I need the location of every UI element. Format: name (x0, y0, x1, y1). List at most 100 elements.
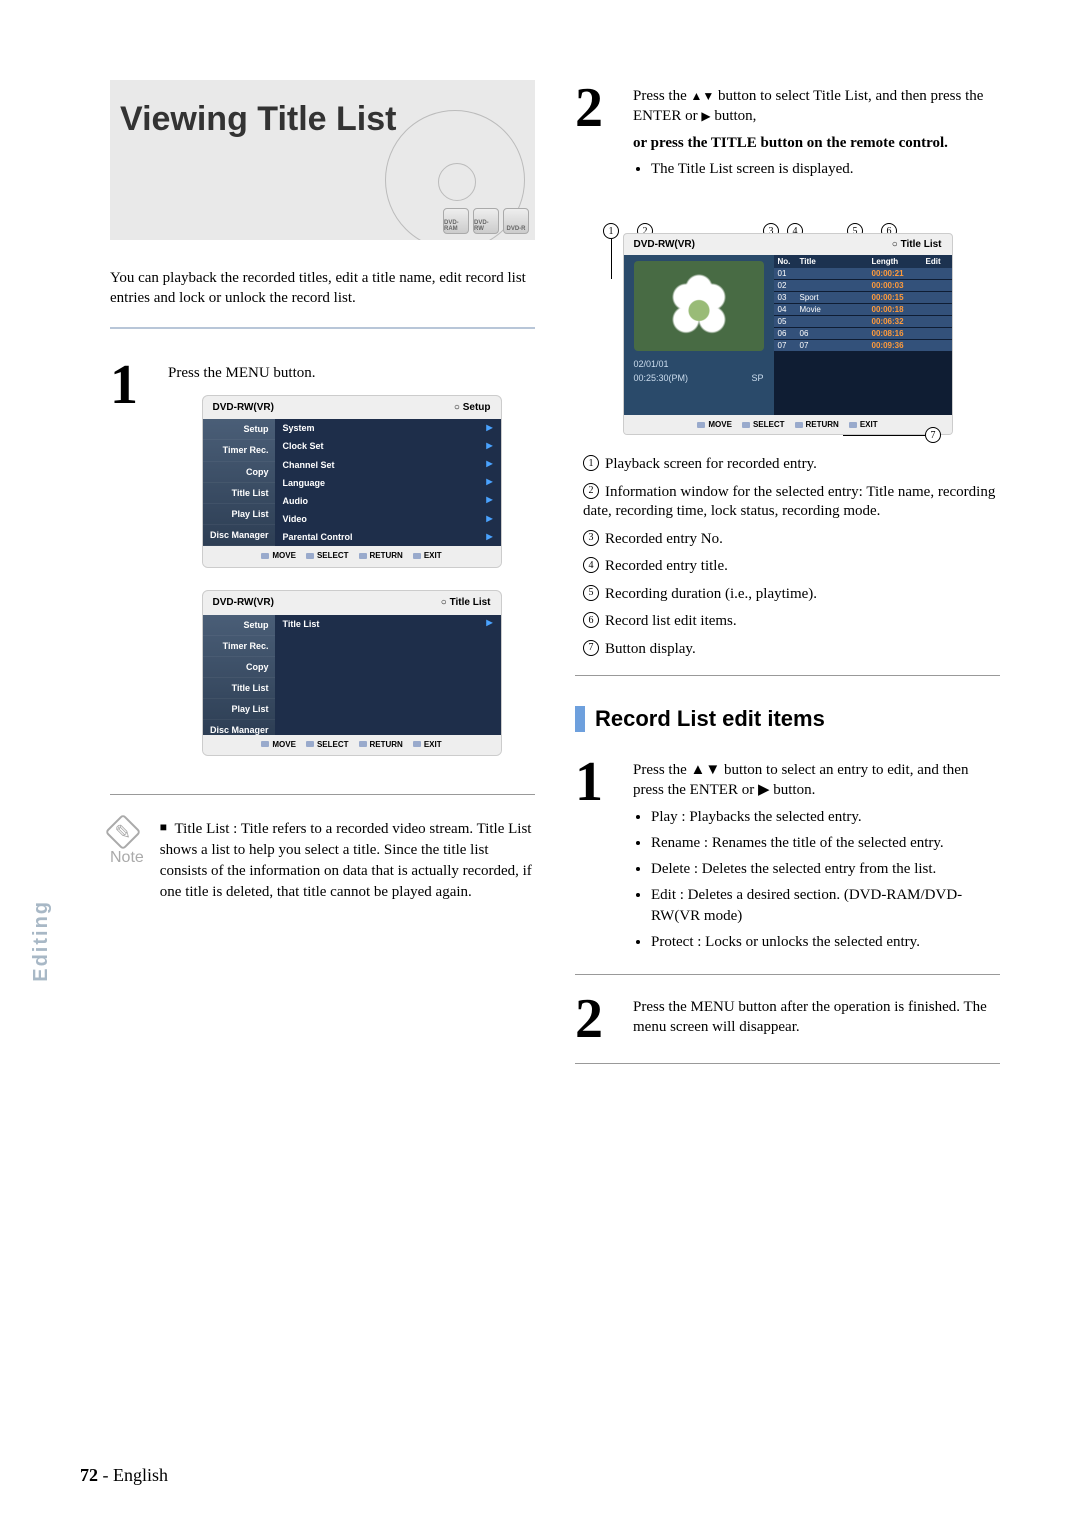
table-row: 0200:00:03 (774, 280, 952, 291)
side-item: Setup (203, 419, 275, 440)
list-item: System (283, 422, 315, 434)
table-row: 03Sport00:00:15 (774, 292, 952, 303)
rec-time: 00:25:30(PM) (634, 373, 689, 383)
page-lang: English (113, 1465, 168, 1485)
side-item: Copy (203, 657, 275, 678)
divider (110, 327, 535, 329)
legend-item: 6Record list edit items. (583, 612, 1000, 632)
menu-screenshot-titlelist: DVD-RW(VR) Title List Setup Timer Rec. C… (202, 590, 502, 756)
table-row: 0100:00:21 (774, 268, 952, 279)
divider (110, 794, 535, 795)
banner: Viewing Title List DVD-RAM DVD-RW DVD-R (110, 80, 535, 240)
edit-option: Delete : Deletes the selected entry from… (651, 859, 1000, 879)
list-item: Video (283, 513, 307, 525)
rec-step-2-num: 2 (575, 991, 615, 1047)
step-number-1: 1 (110, 357, 150, 779)
foot-exit: EXIT (413, 740, 442, 751)
table-row: 060600:08:16 (774, 328, 952, 339)
note-label: Note (110, 849, 144, 867)
menu-screenshot-setup: DVD-RW(VR) Setup Setup Timer Rec. Copy T… (202, 395, 502, 568)
page-footer: 72 - English (80, 1465, 168, 1486)
side-item: Play List (203, 504, 275, 525)
title-list-screenshot: DVD-RW(VR) Title List 02/01/01 00:25:30(… (623, 233, 953, 435)
rec-step2-text: Press the MENU button after the operatio… (633, 999, 987, 1035)
side-item: Copy (203, 462, 275, 483)
step2-text-a: Press the (633, 88, 691, 104)
col-no: No. (778, 257, 800, 266)
list-item: Language (283, 477, 326, 489)
chevron-right-icon: ▶ (486, 423, 492, 434)
menu-header-left: DVD-RW(VR) (213, 401, 274, 415)
divider (575, 974, 1000, 975)
badge-dvd-r: DVD-R (503, 208, 529, 234)
badge-dvd-ram: DVD-RAM (443, 208, 469, 234)
table-row: 0500:06:32 (774, 316, 952, 327)
foot-select: SELECT (742, 420, 785, 429)
side-item: Play List (203, 699, 275, 720)
rec-date: 02/01/01 (634, 359, 669, 369)
chevron-right-icon: ▶ (486, 441, 492, 452)
badge-dvd-rw: DVD-RW (473, 208, 499, 234)
callout-legend: 1Playback screen for recorded entry. 2Inf… (583, 455, 1000, 659)
side-item: Disc Manager (203, 720, 275, 741)
foot-move: MOVE (261, 551, 296, 562)
side-item: Timer Rec. (203, 440, 275, 461)
divider (575, 1063, 1000, 1064)
list-item: Parental Control (283, 531, 353, 543)
note-body: ■ Title List : Title refers to a recorde… (160, 819, 535, 903)
edit-option: Protect : Locks or unlocks the selected … (651, 932, 1000, 952)
right-arrow-icon: ▶ (701, 109, 710, 123)
foot-move: MOVE (261, 740, 296, 751)
side-item: Title List (203, 678, 275, 699)
table-row: 04Movie00:00:18 (774, 304, 952, 315)
foot-select: SELECT (306, 551, 349, 562)
col-edit: Edit (926, 257, 948, 266)
section-bar (575, 706, 585, 732)
tl-header-left: DVD-RW(VR) (634, 239, 695, 250)
step-number-2: 2 (575, 80, 615, 185)
foot-exit: EXIT (849, 420, 878, 429)
foot-move: MOVE (697, 420, 732, 429)
chevron-right-icon: ▶ (486, 532, 492, 543)
legend-item: 2Information window for the selected ent… (583, 483, 1000, 522)
legend-item: 3Recorded entry No. (583, 530, 1000, 550)
menu-header-right: Title List (441, 596, 491, 610)
step2-text-c: button, (711, 108, 757, 124)
edit-option: Play : Playbacks the selected entry. (651, 807, 1000, 827)
edit-option: Edit : Deletes a desired section. (DVD-R… (651, 885, 1000, 926)
foot-select: SELECT (306, 740, 349, 751)
foot-return: RETURN (359, 551, 403, 562)
page-number: 72 (80, 1465, 98, 1485)
step-1-text: Press the MENU button. (168, 365, 316, 381)
chevron-right-icon: ▶ (486, 514, 492, 525)
table-row: 070700:09:36 (774, 340, 952, 351)
up-down-arrow-icon: ▲▼ (691, 89, 715, 103)
rec-mode: SP (751, 373, 763, 383)
side-tab-editing: Editing (30, 900, 53, 982)
section-title: Record List edit items (595, 706, 825, 732)
col-title: Title (800, 257, 872, 266)
foot-return: RETURN (795, 420, 839, 429)
legend-item: 7Button display. (583, 640, 1000, 660)
edit-option: Rename : Renames the title of the select… (651, 833, 1000, 853)
rec-step1-lead: Press the ▲▼ button to select an entry t… (633, 762, 968, 798)
legend-item: 5Recording duration (i.e., playtime). (583, 585, 1000, 605)
list-item: Audio (283, 495, 309, 507)
playback-thumbnail (634, 261, 764, 351)
col-length: Length (872, 257, 926, 266)
side-item: Title List (203, 483, 275, 504)
callout-7: 7 (925, 427, 941, 443)
callout-1: 1 (603, 223, 619, 239)
menu-header-left: DVD-RW(VR) (213, 596, 274, 610)
list-item: Channel Set (283, 459, 335, 471)
chevron-right-icon: ▶ (486, 495, 492, 506)
chevron-right-icon: ▶ (486, 459, 492, 470)
legend-item: 1Playback screen for recorded entry. (583, 455, 1000, 475)
chevron-right-icon: ▶ (486, 477, 492, 488)
divider (575, 675, 1000, 676)
step2-bold: or press the TITLE button on the remote … (633, 135, 948, 151)
side-item: Timer Rec. (203, 636, 275, 657)
note-heading: Title List : (175, 821, 238, 837)
tl-header-right: Title List (892, 239, 942, 250)
note-icon: ✎ (105, 814, 142, 851)
